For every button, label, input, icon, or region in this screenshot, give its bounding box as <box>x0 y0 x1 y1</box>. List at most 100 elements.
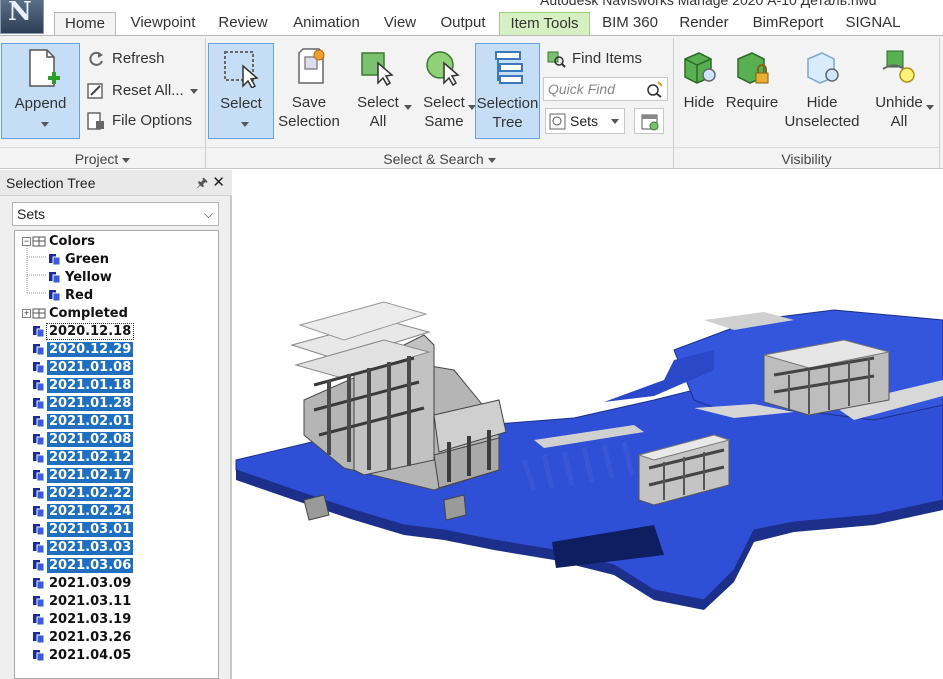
selection-set-icon <box>33 416 45 428</box>
tab-home[interactable]: Home <box>54 12 116 35</box>
unhide-all-label-line1: Unhide <box>875 94 923 111</box>
tab-render[interactable]: Render <box>676 12 732 35</box>
tree-set-row[interactable]: 2021.03.01 <box>32 521 134 538</box>
unhide-all-dropdown-arrow[interactable] <box>926 105 934 110</box>
require-button[interactable]: Require <box>724 43 780 139</box>
tree-set-row[interactable]: 2021.03.09 <box>32 575 133 592</box>
append-file-icon <box>28 49 60 87</box>
3d-viewport[interactable] <box>234 170 943 679</box>
selection-set-icon <box>33 542 45 554</box>
tree-view-mode-select[interactable]: Sets ⌵ <box>12 202 219 226</box>
reset-all-dropdown-arrow[interactable] <box>189 88 198 94</box>
tree-group-row[interactable]: Completed <box>32 305 130 322</box>
sets-icon <box>549 113 566 130</box>
tab-view[interactable]: View <box>380 12 420 35</box>
tree-set-row[interactable]: 2021.01.28 <box>32 395 134 412</box>
selection-set-icon <box>33 326 45 338</box>
tree-item-label: 2021.03.09 <box>49 576 132 591</box>
tab-item-tools[interactable]: Item Tools <box>499 12 590 35</box>
quick-find-search-icon[interactable] <box>646 80 664 98</box>
tab-output[interactable]: Output <box>436 12 490 35</box>
refresh-button[interactable]: Refresh <box>86 48 165 70</box>
find-items-button[interactable]: Find Items <box>546 48 642 70</box>
hide-button[interactable]: Hide <box>676 43 722 139</box>
tab-bimreport[interactable]: BimReport <box>746 12 830 35</box>
tree-set-row[interactable]: 2021.04.05 <box>32 647 133 664</box>
tree-item-label: 2021.03.11 <box>49 594 132 609</box>
select-all-dropdown-arrow[interactable] <box>404 105 412 110</box>
select-dropdown-arrow[interactable] <box>241 122 249 127</box>
chevron-down-icon: ⌵ <box>203 207 213 221</box>
tree-item-label: Red <box>65 288 94 303</box>
hide-unselected-button[interactable]: Hide Unselected <box>784 43 860 139</box>
selection-set-icon <box>49 272 61 284</box>
selection-set-icon <box>33 650 45 662</box>
save-selection-button[interactable]: Save Selection <box>276 43 342 139</box>
select-all-label-line2: All <box>369 113 387 130</box>
tree-item-label: 2021.03.01 <box>47 522 134 537</box>
selection-set-icon <box>33 560 45 572</box>
project-panel-title[interactable]: Project <box>0 147 205 169</box>
manage-sets-button[interactable] <box>634 108 664 134</box>
visibility-panel-title: Visibility <box>674 147 939 169</box>
selection-set-icon <box>33 470 45 482</box>
append-button[interactable]: Append <box>1 43 80 139</box>
tree-item-label: 2021.03.03 <box>47 540 134 555</box>
tree-set-row[interactable]: 2021.02.17 <box>32 467 134 484</box>
sets-dropdown-button[interactable]: Sets <box>545 108 625 134</box>
tab-bim360[interactable]: BIM 360 <box>598 12 662 35</box>
select-search-panel-title[interactable]: Select & Search <box>206 147 673 169</box>
expand-icon[interactable]: + <box>22 309 31 318</box>
select-same-icon <box>426 51 460 87</box>
tree-set-row[interactable]: 2021.03.11 <box>32 593 133 610</box>
append-dropdown-arrow[interactable] <box>41 122 49 127</box>
selection-set-icon <box>33 506 45 518</box>
tree-group-row[interactable]: Colors <box>32 233 97 250</box>
select-all-button[interactable]: Select All <box>346 43 412 139</box>
tree-set-row[interactable]: 2021.03.06 <box>32 557 134 574</box>
tab-signal[interactable]: SIGNAL <box>842 12 904 35</box>
hide-unselected-label-line1: Hide <box>806 94 838 111</box>
tree-set-row[interactable]: 2021.02.24 <box>32 503 134 520</box>
tree-set-row[interactable]: 2020.12.18 <box>32 323 135 340</box>
tab-viewpoint[interactable]: Viewpoint <box>124 12 202 35</box>
selection-set-icon <box>33 578 45 590</box>
selection-set-icon <box>33 596 45 608</box>
tree-set-row[interactable]: 2021.02.12 <box>32 449 134 466</box>
tree-set-row[interactable]: 2021.02.08 <box>32 431 134 448</box>
find-items-label: Find Items <box>572 50 643 67</box>
tree-item-label: Yellow <box>65 270 112 285</box>
sets-dropdown-arrow <box>611 119 619 124</box>
close-icon[interactable]: ✕ <box>212 170 225 196</box>
tab-review[interactable]: Review <box>215 12 271 35</box>
tree-set-row[interactable]: 2021.02.22 <box>32 485 134 502</box>
tree-set-row[interactable]: 2021.01.08 <box>32 359 134 376</box>
reset-all-label: Reset All... <box>112 82 184 99</box>
reset-all-icon <box>87 83 103 99</box>
tree-set-row[interactable]: Green <box>48 251 111 268</box>
quick-find-input[interactable]: Quick Find <box>543 77 668 101</box>
tab-animation[interactable]: Animation <box>284 12 369 35</box>
select-button[interactable]: Select <box>208 43 274 139</box>
tree-item-label: 2021.03.06 <box>47 558 134 573</box>
tree-set-row[interactable]: 2021.03.26 <box>32 629 133 646</box>
selection-tree-label-line2: Tree <box>492 114 523 131</box>
pin-icon[interactable]: 🖈 <box>196 170 208 196</box>
window-title: Autodesk Navisworks Manage 2020 А-10 Дет… <box>540 0 877 8</box>
tree-set-row[interactable]: 2021.03.03 <box>32 539 134 556</box>
tree-set-row[interactable]: Yellow <box>48 269 114 286</box>
collapse-icon[interactable]: − <box>22 237 31 246</box>
select-same-button[interactable]: Select Same <box>414 43 476 139</box>
tree-set-row[interactable]: Red <box>48 287 95 304</box>
select-same-label-line2: Same <box>424 113 464 130</box>
tree-set-row[interactable]: 2021.01.18 <box>32 377 134 394</box>
unhide-all-button[interactable]: Unhide All <box>866 43 934 139</box>
selection-set-icon <box>33 452 45 464</box>
reset-all-button[interactable]: Reset All... <box>86 80 198 102</box>
application-menu-button[interactable]: N <box>0 0 44 34</box>
tree-set-row[interactable]: 2021.02.01 <box>32 413 134 430</box>
file-options-button[interactable]: File Options <box>86 110 192 132</box>
selection-tree-button[interactable]: Selection Tree <box>475 43 540 139</box>
tree-set-row[interactable]: 2020.12.29 <box>32 341 134 358</box>
tree-set-row[interactable]: 2021.03.19 <box>32 611 133 628</box>
